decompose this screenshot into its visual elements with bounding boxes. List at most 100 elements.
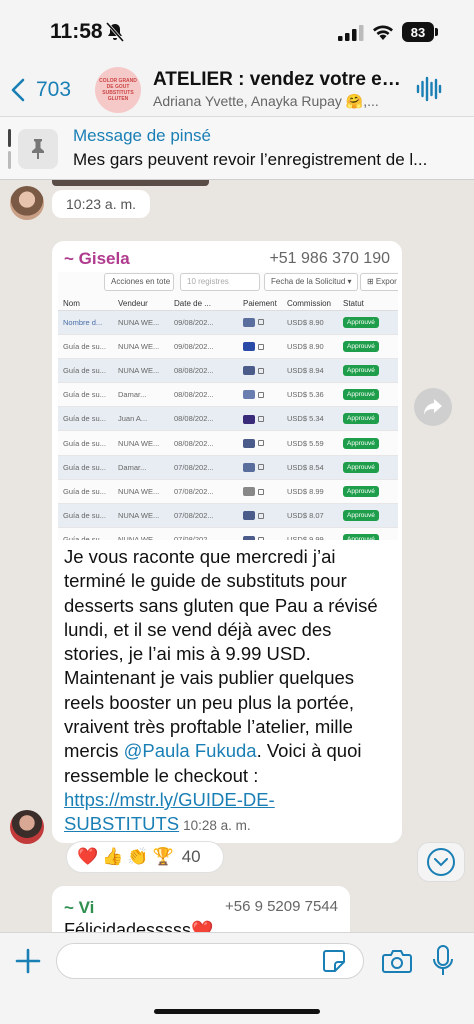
wifi-icon <box>373 25 393 40</box>
table-cell: USD$ 9.99 <box>282 527 338 540</box>
battery-icon: 83 <box>402 22 434 42</box>
camera-icon[interactable] <box>382 948 412 974</box>
reactions-pill[interactable]: ❤️ 👍 👏 🏆 40 <box>66 841 224 873</box>
table-cell: 07/08/202... <box>169 479 238 505</box>
pinned-message-banner[interactable]: Message de pinsé Mes gars peuvent revoir… <box>0 116 474 180</box>
message-bubble[interactable]: ~ Vi +56 9 5209 7544 Félicidadesssss❤️ <box>52 886 350 932</box>
previous-media-edge[interactable] <box>52 180 209 186</box>
payment-cell <box>238 406 282 432</box>
group-avatar[interactable]: COLOR GRAND DE GOUT SUBSTITUTS GLUTEN <box>95 67 141 113</box>
payment-cell <box>238 503 282 529</box>
payment-method-icon <box>243 342 255 352</box>
lock-icon <box>258 537 264 540</box>
payment-cell <box>238 310 282 335</box>
table-cell: USD$ 8.99 <box>282 479 338 505</box>
chat-title[interactable]: ATELIER : vendez votre eb... <box>153 69 408 91</box>
payment-method-icon <box>243 390 255 400</box>
avatar[interactable] <box>10 186 44 220</box>
table-row: Guía de su... NUNA WE... 07/08/202... USD$ … <box>58 527 398 540</box>
scroll-to-bottom-button[interactable] <box>417 842 465 882</box>
status-badge: Approuvé <box>343 340 379 352</box>
message-time: 10:28 a. m. <box>183 818 251 834</box>
message-input[interactable] <box>56 943 364 979</box>
table-cell: Juan A... <box>113 406 169 432</box>
screenshot-toolbar: Acciones en tote 10 registres Fecha de l… <box>58 272 398 294</box>
table-cell: USD$ 5.34 <box>282 406 338 432</box>
message-text: Félicidadesssss❤️ <box>64 920 214 932</box>
column-header: Vendeur <box>113 297 169 311</box>
payment-method-icon <box>243 535 255 540</box>
table-cell: USD$ 8.54 <box>282 455 338 480</box>
sender-phone: +51 986 370 190 <box>269 250 390 267</box>
forward-button[interactable] <box>414 388 452 426</box>
table-cell: Guía de su... <box>58 406 113 432</box>
table-cell: NUNA WE... <box>113 358 169 384</box>
table-cell: Guía de su... <box>58 334 113 359</box>
table-row: Guía de su... NUNA WE... 07/08/202... USD$ … <box>58 479 398 505</box>
status-badge: Approuvé <box>343 461 379 473</box>
thumbs-up-reaction: 👍 <box>102 847 124 866</box>
timestamp-bubble: 10:23 a. m. <box>52 190 151 218</box>
payment-method-icon <box>243 317 255 327</box>
table-cell: 09/08/202... <box>169 310 238 335</box>
table-cell: Guía de su... <box>58 430 113 456</box>
reaction-count: 40 <box>181 847 201 866</box>
avatar[interactable] <box>10 810 44 844</box>
status-cell: Approuvé <box>338 406 398 432</box>
heart-reaction: ❤️ <box>77 847 99 866</box>
table-cell: Guía de su... <box>58 382 113 408</box>
chevron-down-icon <box>427 848 455 876</box>
back-chevron-icon[interactable] <box>10 78 26 102</box>
payment-cell <box>238 479 282 505</box>
payment-method-icon <box>243 487 255 497</box>
pin-icon <box>32 139 44 159</box>
lock-icon <box>258 367 264 374</box>
back-unread-count[interactable]: 703 <box>36 78 71 102</box>
message-bubble[interactable]: ~ Gisela +51 986 370 190 Acciones en tot… <box>52 241 402 843</box>
date-filter-dropdown: Fecha de la Solicitud ▾ <box>264 273 358 291</box>
chat-participants[interactable]: Adriana Yvette, Anayka Rupay 🤗,... <box>153 93 408 110</box>
status-badge: Approuvé <box>343 364 379 376</box>
payment-cell <box>238 527 282 540</box>
status-cell: Approuvé <box>338 382 398 408</box>
image-attachment[interactable]: Acciones en tote 10 registres Fecha de l… <box>58 272 398 540</box>
table-cell: NUNA WE... <box>113 479 169 505</box>
cellular-signal-icon <box>338 25 364 41</box>
table-cell: Guía de su... <box>58 358 113 384</box>
table-row: Guía de su... Juan A... 08/08/202... USD$ 5… <box>58 406 398 432</box>
column-header: Date de ... <box>169 297 238 311</box>
table-row: Guía de su... NUNA WE... 08/08/202... USD$ … <box>58 358 398 384</box>
chat-area[interactable]: 10:23 a. m. ~ Gisela +51 986 370 190 Acc… <box>0 180 474 932</box>
plus-icon[interactable] <box>14 947 42 975</box>
status-badge: Approuvé <box>343 534 379 540</box>
mention-link[interactable]: @Paula Fukuda <box>124 740 257 761</box>
sticker-icon[interactable] <box>322 949 346 973</box>
audio-waveform-icon[interactable] <box>416 76 442 102</box>
battery-level: 83 <box>410 24 426 40</box>
microphone-icon[interactable] <box>432 945 454 977</box>
lock-icon <box>258 488 264 495</box>
lock-icon <box>258 391 264 398</box>
table-cell: NUNA WE... <box>113 503 169 529</box>
table-cell: 07/08/202... <box>169 455 238 480</box>
sender-name[interactable]: ~ Vi <box>64 898 94 918</box>
payment-method-icon <box>243 438 255 448</box>
status-badge: Approuvé <box>343 485 379 497</box>
table-cell: USD$ 8.90 <box>282 334 338 359</box>
status-cell: Approuvé <box>338 310 398 335</box>
message-body: Je vous raconte que mercredi j’ai termin… <box>64 546 378 762</box>
status-cell: Approuvé <box>338 503 398 529</box>
status-bar: 11:58 83 <box>0 0 474 64</box>
table-cell: USD$ 8.90 <box>282 310 338 335</box>
status-time: 11:58 <box>50 20 103 43</box>
sender-name[interactable]: ~ Gisela <box>64 249 130 269</box>
payment-method-icon <box>243 414 255 424</box>
table-cell: Guía de su... <box>58 479 113 505</box>
lock-icon <box>258 512 264 519</box>
sender-phone: +56 9 5209 7544 <box>224 898 338 915</box>
table-cell: Damar... <box>113 455 169 480</box>
sales-table: Nom Vendeur Date de ... Paiement Commiss… <box>58 297 398 540</box>
records-dropdown: 10 registres <box>180 273 260 291</box>
table-cell: 07/08/202... <box>169 527 238 540</box>
status-badge: Approuvé <box>343 510 379 522</box>
